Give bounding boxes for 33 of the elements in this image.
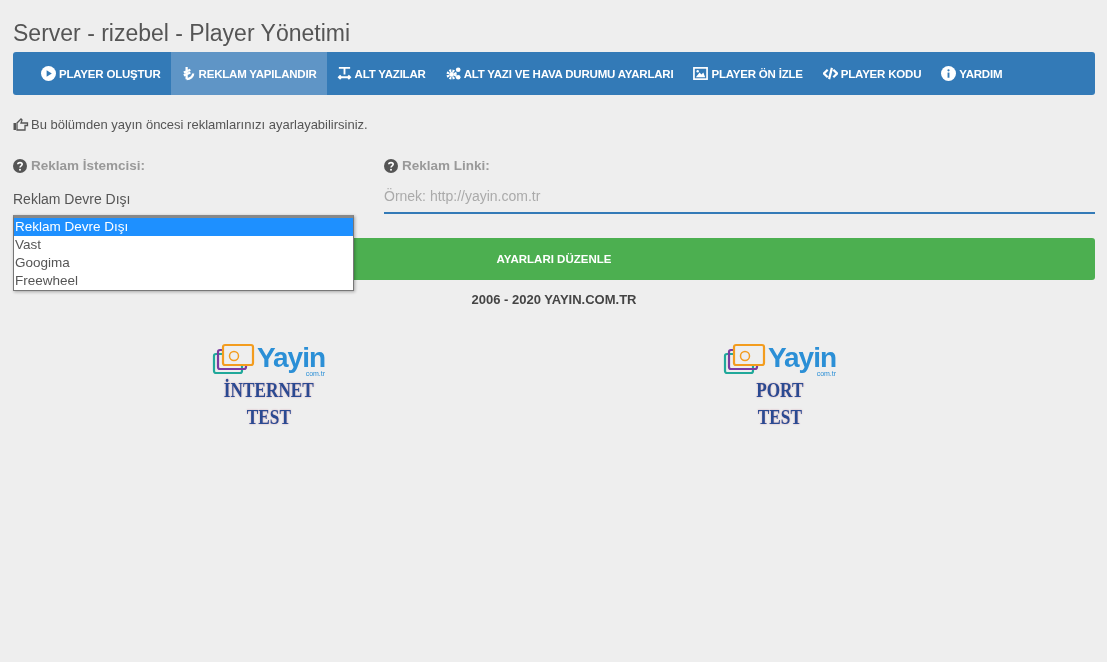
client-select[interactable]: Reklam Devre Dışı [13,191,384,207]
text-format-icon [336,66,352,81]
help-icon [13,158,27,173]
info-text: Bu bölümden yayın öncesi reklamlarınızı ayarlayabilirsiniz. [31,117,368,132]
page-title: Server - rizebel - Player Yönetimi [13,19,352,48]
lira-icon [180,66,196,81]
logo-caption: TEST [757,404,802,431]
field-label: Reklam İstemcisi: [31,158,146,173]
logo-caption: TEST [246,404,291,431]
field-label: Reklam Linki: [402,158,490,173]
info-icon [941,66,957,81]
dropdown-option[interactable]: Googima [14,254,353,272]
hand-pointer-icon [13,118,29,131]
footer-text: 2006 - 2020 YAYIN.COM.TR [470,292,638,307]
cards-logo-icon [211,343,256,377]
logo-caption: İNTERNET [223,377,314,404]
logo-caption: PORT [755,377,804,404]
dropdown-option[interactable]: Vast [14,236,353,254]
gears-icon [445,66,461,81]
help-icon [384,158,398,173]
nav-tab[interactable]: ALT YAZILAR [326,52,436,95]
nav-tab[interactable]: PLAYER KODU [812,52,932,95]
nav-tab[interactable]: YARDIM [931,52,1013,95]
dropdown-option[interactable]: Reklam Devre Dışı [14,218,353,236]
image-icon [693,66,709,81]
nav-tab[interactable]: ALT YAZI VE HAVA DURUMU AYARLARI [435,52,684,95]
link-input[interactable]: Örnek: http://yayin.com.tr [384,183,1095,214]
nav-tab[interactable]: REKLAM YAPILANDIR [170,52,327,95]
cards-logo-icon [722,343,767,377]
nav-tab[interactable]: PLAYER OLUŞTUR [31,52,171,95]
play-icon [41,66,56,81]
nav-tab[interactable]: PLAYER ÖN İZLE [683,52,813,95]
code-icon [822,66,838,81]
